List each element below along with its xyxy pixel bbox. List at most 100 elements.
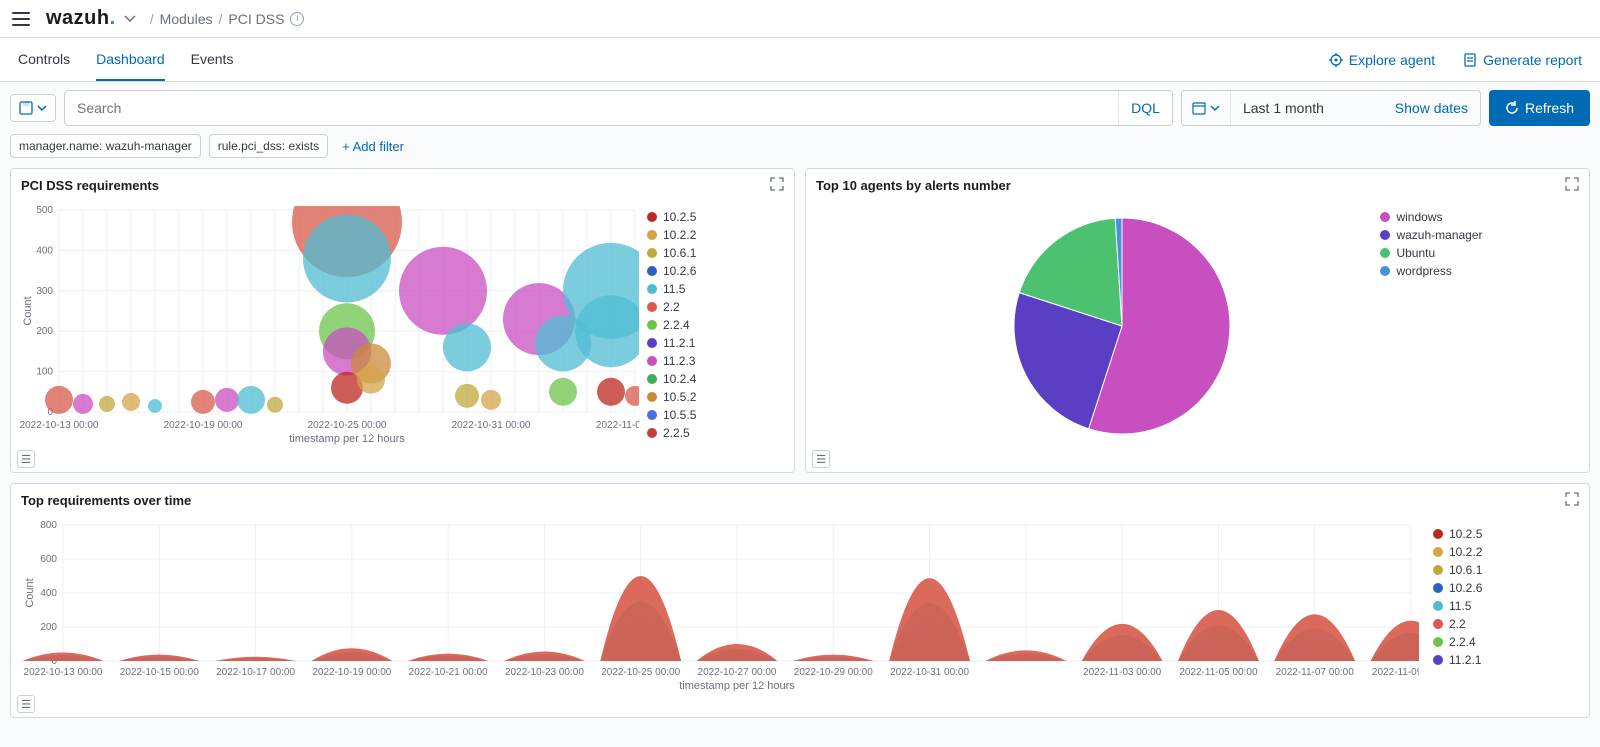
explore-agent-label: Explore agent [1349, 52, 1435, 68]
svg-text:600: 600 [40, 554, 57, 565]
legend-item[interactable]: 10.2.6 [1433, 581, 1482, 595]
info-icon[interactable]: i [290, 12, 304, 26]
panel-pci-bubble: PCI DSS requirements 0100200300400500202… [10, 168, 795, 473]
refresh-label: Refresh [1525, 100, 1574, 116]
legend-item[interactable]: 2.2.4 [647, 318, 696, 332]
svg-text:2022-10-13 00:00: 2022-10-13 00:00 [24, 667, 103, 678]
legend-item[interactable]: 11.5 [1433, 599, 1482, 613]
filters-row: manager.name: wazuh-manager rule.pci_dss… [0, 134, 1600, 168]
panel-req-area: Top requirements over time 0200400600800… [10, 483, 1590, 718]
svg-text:2022-10-29 00:00: 2022-10-29 00:00 [794, 667, 873, 678]
svg-text:500: 500 [36, 206, 53, 216]
legend-item[interactable]: 10.5.2 [647, 390, 696, 404]
top-bar: wazuh. / Modules / PCI DSS i [0, 0, 1600, 38]
legend-toggle-icon[interactable]: ☰ [17, 450, 35, 468]
tab-dashboard[interactable]: Dashboard [96, 39, 165, 81]
legend-toggle-icon[interactable]: ☰ [17, 695, 35, 713]
svg-text:800: 800 [40, 521, 57, 531]
area-legend: 10.2.5 10.2.2 10.6.1 10.2.6 11.5 2.2 2.2.4 11.2… [1427, 521, 1486, 691]
show-dates-link[interactable]: Show dates [1383, 91, 1480, 125]
date-range-text[interactable]: Last 1 month [1231, 91, 1383, 125]
tab-events[interactable]: Events [191, 39, 234, 81]
svg-text:2022-10-15 00:00: 2022-10-15 00:00 [120, 667, 199, 678]
expand-icon[interactable] [770, 177, 784, 194]
svg-text:100: 100 [36, 367, 53, 378]
svg-text:Count: Count [24, 578, 36, 607]
legend-item[interactable]: 11.5 [647, 282, 696, 296]
dql-toggle[interactable]: DQL [1118, 91, 1172, 125]
svg-text:2022-10-27 00:00: 2022-10-27 00:00 [698, 667, 777, 678]
calendar-button[interactable] [1182, 91, 1231, 125]
legend-item[interactable]: 10.2.2 [647, 228, 696, 242]
legend-item[interactable]: 2.2.5 [647, 426, 696, 440]
legend-item[interactable]: windows [1380, 210, 1482, 224]
save-icon [19, 101, 33, 115]
tab-controls[interactable]: Controls [18, 39, 70, 81]
legend-item[interactable]: 10.2.5 [647, 210, 696, 224]
breadcrumb-sep: / [219, 11, 223, 27]
legend-item[interactable]: 10.5.5 [647, 408, 696, 422]
panel-title: Top 10 agents by alerts number [816, 178, 1011, 193]
pie-legend: windows wazuh-manager Ubuntu wordpress [1380, 206, 1482, 446]
legend-item[interactable]: wazuh-manager [1380, 228, 1482, 242]
filter-pill[interactable]: manager.name: wazuh-manager [10, 134, 201, 158]
filter-pill[interactable]: rule.pci_dss: exists [209, 134, 328, 158]
search-input[interactable] [65, 91, 1118, 125]
svg-text:2022-10-17 00:00: 2022-10-17 00:00 [216, 667, 295, 678]
tabs-bar: Controls Dashboard Events Explore agent … [0, 38, 1600, 82]
add-filter-link[interactable]: + Add filter [336, 135, 410, 158]
legend-item[interactable]: 10.2.4 [647, 372, 696, 386]
menu-icon[interactable] [12, 12, 30, 26]
explore-agent-link[interactable]: Explore agent [1329, 52, 1435, 68]
svg-text:200: 200 [40, 622, 57, 633]
expand-icon[interactable] [1565, 492, 1579, 509]
svg-text:2022-11-03 00:00: 2022-11-03 00:00 [1083, 667, 1162, 678]
svg-text:2022-10-25 00:00: 2022-10-25 00:00 [601, 667, 680, 678]
svg-text:2022-11-05 00:00: 2022-11-05 00:00 [596, 420, 639, 431]
panel-title: Top requirements over time [21, 493, 191, 508]
refresh-icon [1505, 101, 1519, 115]
legend-item[interactable]: 2.2 [1433, 617, 1482, 631]
svg-text:2022-11-07 00:00: 2022-11-07 00:00 [1276, 667, 1355, 678]
svg-text:timestamp per 12 hours: timestamp per 12 hours [679, 680, 795, 691]
breadcrumb-sep: / [150, 11, 154, 27]
legend-item[interactable]: 2.2.4 [1433, 635, 1482, 649]
refresh-button[interactable]: Refresh [1489, 90, 1590, 126]
expand-icon[interactable] [1565, 177, 1579, 194]
document-icon [1463, 53, 1477, 67]
svg-text:300: 300 [36, 286, 53, 297]
brand-logo[interactable]: wazuh. [46, 7, 116, 30]
legend-item[interactable]: 10.2.5 [1433, 527, 1482, 541]
area-chart[interactable]: 02004006008002022-10-13 00:002022-10-15 … [19, 521, 1419, 691]
legend-item[interactable]: 10.6.1 [1433, 563, 1482, 577]
panel-agents-pie: Top 10 agents by alerts number windows wa… [805, 168, 1590, 473]
legend-item[interactable]: Ubuntu [1380, 246, 1482, 260]
chevron-down-icon[interactable] [124, 13, 136, 25]
panel-title: PCI DSS requirements [21, 178, 159, 193]
legend-item[interactable]: 10.2.2 [1433, 545, 1482, 559]
svg-text:timestamp per 12 hours: timestamp per 12 hours [289, 433, 405, 445]
legend-item[interactable]: 11.2.1 [1433, 653, 1482, 667]
svg-text:2022-11-09 00:00: 2022-11-09 00:00 [1372, 667, 1419, 678]
svg-text:2022-10-19 00:00: 2022-10-19 00:00 [164, 420, 243, 431]
saved-queries-button[interactable] [10, 94, 56, 122]
legend-item[interactable]: 11.2.1 [647, 336, 696, 350]
pie-chart[interactable] [912, 206, 1332, 446]
bubble-chart[interactable]: 01002003004005002022-10-13 00:002022-10-… [19, 206, 639, 446]
calendar-icon [1192, 101, 1206, 115]
search-field-wrap: DQL [64, 90, 1173, 126]
legend-item[interactable]: 11.2.3 [647, 354, 696, 368]
search-row: DQL Last 1 month Show dates Refresh [0, 82, 1600, 134]
breadcrumb-modules[interactable]: Modules [160, 11, 213, 27]
legend-item[interactable]: wordpress [1380, 264, 1482, 278]
svg-text:2022-10-21 00:00: 2022-10-21 00:00 [409, 667, 488, 678]
svg-text:2022-10-25 00:00: 2022-10-25 00:00 [308, 420, 387, 431]
legend-item[interactable]: 10.6.1 [647, 246, 696, 260]
legend-item[interactable]: 2.2 [647, 300, 696, 314]
svg-text:400: 400 [36, 245, 53, 256]
generate-report-link[interactable]: Generate report [1463, 52, 1582, 68]
legend-item[interactable]: 10.2.6 [647, 264, 696, 278]
bubble-legend: 10.2.5 10.2.2 10.6.1 10.2.6 11.5 2.2 2.2.4 11.2… [647, 206, 696, 446]
legend-toggle-icon[interactable]: ☰ [812, 450, 830, 468]
svg-text:2022-10-31 00:00: 2022-10-31 00:00 [452, 420, 531, 431]
